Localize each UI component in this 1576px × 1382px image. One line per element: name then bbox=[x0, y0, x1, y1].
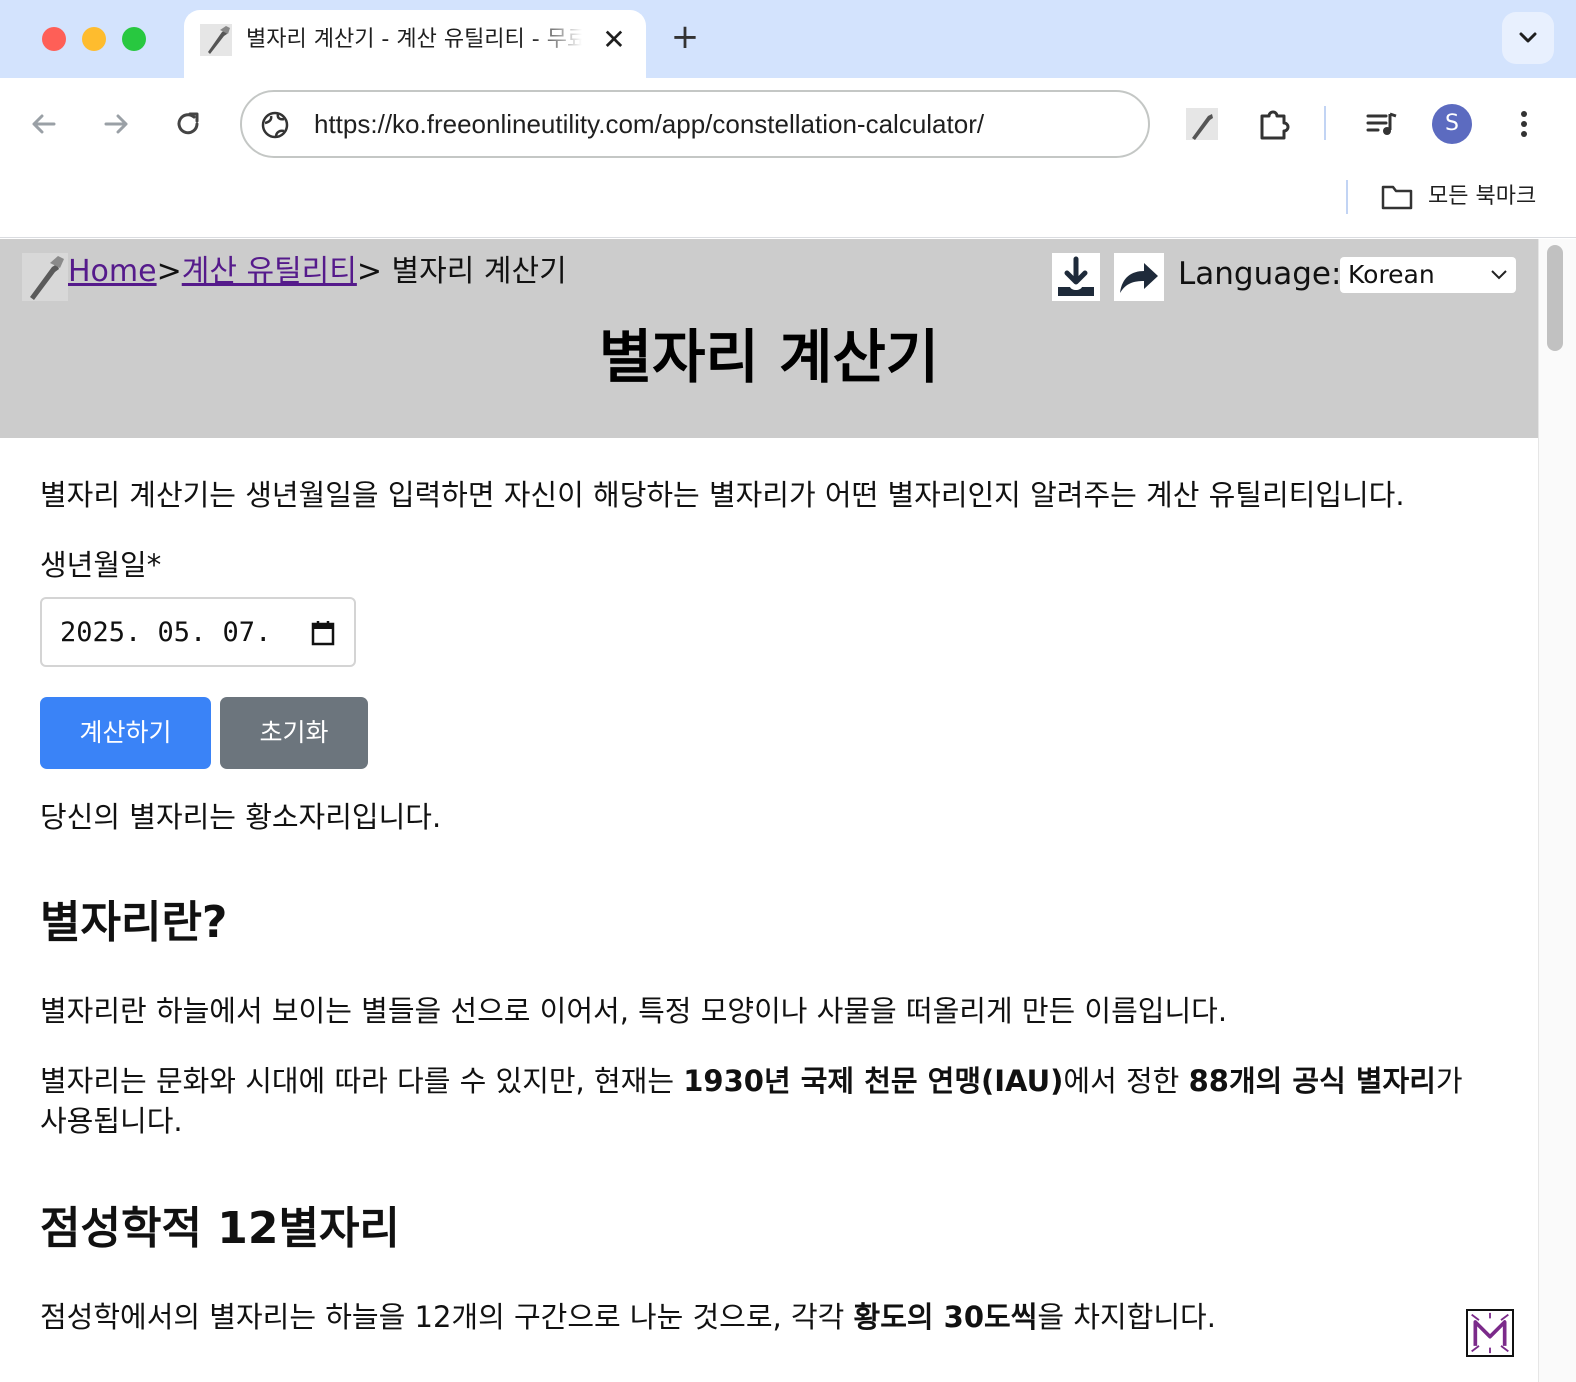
reset-button[interactable]: 초기화 bbox=[220, 697, 368, 769]
globe-icon[interactable] bbox=[260, 110, 290, 140]
close-window-button[interactable] bbox=[42, 27, 66, 51]
profile-avatar[interactable]: S bbox=[1432, 104, 1472, 144]
calendar-icon[interactable] bbox=[310, 619, 336, 647]
section2-p1-bold: 황도의 30도씩 bbox=[853, 1300, 1038, 1334]
section1-paragraph-2-continued: 사용됩니다. bbox=[40, 1104, 183, 1138]
folder-icon bbox=[1381, 185, 1413, 210]
tab-strip: 별자리 계산기 - 계산 유틸리티 - 무료 ✕ + bbox=[0, 0, 1576, 78]
all-bookmarks-button[interactable]: 모든 북마크 bbox=[1428, 180, 1536, 214]
wrench-favicon-icon bbox=[200, 24, 232, 56]
breadcrumb-separator: > bbox=[156, 254, 182, 289]
toolbar-separator bbox=[1324, 106, 1326, 140]
wrench-extension-icon[interactable] bbox=[1182, 104, 1222, 144]
url-text: https://ko.freeonlineutility.com/app/con… bbox=[314, 109, 985, 139]
more-menu-icon[interactable] bbox=[1504, 104, 1544, 144]
section1-p2-bold-88: 88개의 공식 별자리 bbox=[1188, 1064, 1436, 1098]
vertical-scrollbar[interactable] bbox=[1538, 239, 1576, 1382]
tab-title: 별자리 계산기 - 계산 유틸리티 - 무료 bbox=[246, 27, 582, 52]
browser-toolbar: https://ko.freeonlineutility.com/app/con… bbox=[0, 78, 1576, 238]
share-arrow-icon[interactable] bbox=[1114, 253, 1164, 301]
back-arrow-icon[interactable] bbox=[24, 104, 64, 144]
corner-badge-icon[interactable] bbox=[1466, 1309, 1514, 1357]
reload-icon[interactable] bbox=[168, 104, 208, 144]
maximize-window-button[interactable] bbox=[122, 27, 146, 51]
tab-search-button[interactable] bbox=[1502, 12, 1554, 64]
site-header: Home>계산 유틸리티> 별자리 계산기 Language: Korean 별… bbox=[0, 239, 1538, 438]
section-heading-what-is-constellation: 별자리란? bbox=[40, 897, 228, 948]
breadcrumb-current: > 별자리 계산기 bbox=[356, 254, 567, 289]
section2-paragraph-1: 점성학에서의 별자리는 하늘을 12개의 구간으로 나눈 것으로, 각각 황도의… bbox=[40, 1297, 1216, 1337]
extensions-puzzle-icon[interactable] bbox=[1254, 104, 1294, 144]
section2-p1-text-a: 점성학에서의 별자리는 하늘을 12개의 구간으로 나눈 것으로, 각각 bbox=[40, 1300, 854, 1334]
minimize-window-button[interactable] bbox=[82, 27, 106, 51]
result-text: 당신의 별자리는 황소자리입니다. bbox=[40, 800, 442, 834]
section1-p2-text-e: 가 bbox=[1435, 1064, 1463, 1098]
birthdate-value: 2025. 05. 07. bbox=[60, 617, 272, 648]
breadcrumb: Home>계산 유틸리티> 별자리 계산기 bbox=[68, 251, 567, 293]
language-selected-value: Korean bbox=[1348, 260, 1435, 289]
section1-p2-bold-iau: 1930년 국제 천문 연맹(IAU) bbox=[683, 1064, 1064, 1098]
scrollbar-thumb[interactable] bbox=[1547, 245, 1563, 351]
page-title: 별자리 계산기 bbox=[598, 323, 940, 391]
language-label: Language: bbox=[1178, 256, 1342, 292]
web-page: Home>계산 유틸리티> 별자리 계산기 Language: Korean 별… bbox=[0, 239, 1538, 1382]
birthdate-input[interactable]: 2025. 05. 07. bbox=[40, 597, 356, 667]
section-heading-zodiac-12: 점성학적 12별자리 bbox=[40, 1203, 400, 1254]
language-select[interactable]: Korean bbox=[1340, 257, 1516, 293]
intro-text: 별자리 계산기는 생년월일을 입력하면 자신이 해당하는 별자리가 어떤 별자리… bbox=[40, 478, 1405, 512]
browser-tab-active[interactable]: 별자리 계산기 - 계산 유틸리티 - 무료 ✕ bbox=[184, 10, 646, 78]
section1-paragraph-1: 별자리란 하늘에서 보이는 별들을 선으로 이어서, 특정 모양이나 사물을 떠… bbox=[40, 994, 1228, 1028]
breadcrumb-category-link[interactable]: 계산 유틸리티 bbox=[182, 254, 357, 289]
chevron-down-icon bbox=[1491, 270, 1507, 280]
close-tab-icon[interactable]: ✕ bbox=[598, 24, 630, 56]
chevron-down-icon bbox=[1519, 32, 1537, 43]
new-tab-button[interactable]: + bbox=[668, 20, 702, 54]
birthdate-label: 생년월일* bbox=[40, 548, 162, 582]
section1-p2-text-a: 별자리는 문화와 시대에 따라 다를 수 있지만, 현재는 bbox=[40, 1064, 684, 1098]
calculate-button[interactable]: 계산하기 bbox=[40, 697, 211, 769]
forward-arrow-icon[interactable] bbox=[96, 104, 136, 144]
address-bar[interactable]: https://ko.freeonlineutility.com/app/con… bbox=[240, 90, 1150, 158]
section1-p2-text-c: 에서 정한 bbox=[1063, 1064, 1189, 1098]
section1-paragraph-2: 별자리는 문화와 시대에 따라 다를 수 있지만, 현재는 1930년 국제 천… bbox=[40, 1061, 1463, 1101]
bookmarks-separator bbox=[1346, 180, 1348, 214]
site-logo-wrench-icon[interactable] bbox=[22, 253, 68, 301]
media-control-icon[interactable] bbox=[1362, 104, 1402, 144]
section2-p1-text-c: 을 차지합니다. bbox=[1037, 1300, 1216, 1334]
download-icon[interactable] bbox=[1052, 253, 1100, 301]
breadcrumb-home-link[interactable]: Home bbox=[68, 254, 157, 289]
